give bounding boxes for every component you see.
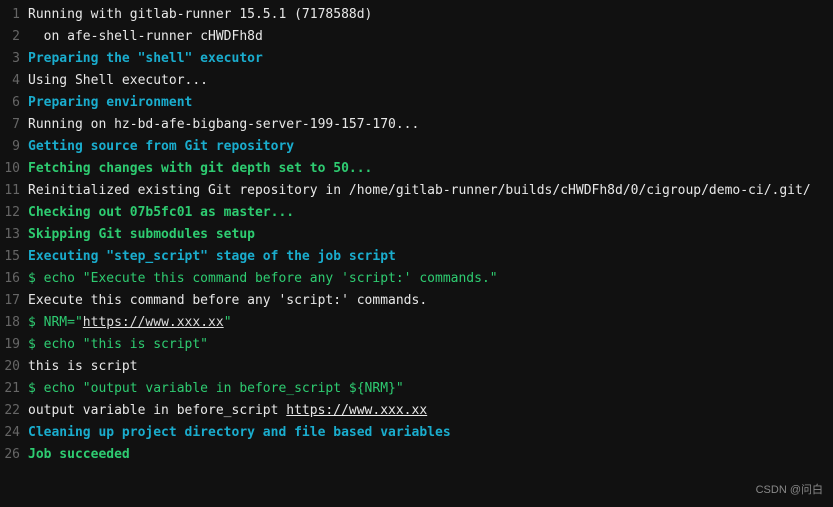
log-text: this is script — [28, 359, 138, 374]
log-line: 7Running on hz-bd-afe-bigbang-server-199… — [0, 114, 833, 136]
log-text: Preparing the "shell" executor — [28, 51, 263, 66]
log-text: Running with gitlab-runner 15.5.1 (71785… — [28, 7, 372, 22]
log-line: 4Using Shell executor... — [0, 70, 833, 92]
line-number[interactable]: 26 — [0, 444, 28, 466]
log-line: 24Cleaning up project directory and file… — [0, 422, 833, 444]
log-line: 22output variable in before_script https… — [0, 400, 833, 422]
line-content: output variable in before_script https:/… — [28, 400, 833, 422]
line-number[interactable]: 1 — [0, 4, 28, 26]
line-content: Skipping Git submodules setup — [28, 224, 833, 246]
line-content: $ NRM="https://www.xxx.xx" — [28, 312, 833, 334]
log-text: Getting source from Git repository — [28, 139, 294, 154]
log-text: $ NRM=" — [28, 315, 83, 330]
log-line: 13Skipping Git submodules setup — [0, 224, 833, 246]
line-content: on afe-shell-runner cHWDFh8d — [28, 26, 833, 48]
line-number[interactable]: 9 — [0, 136, 28, 158]
log-text: output variable in before_script — [28, 403, 286, 418]
line-content: Getting source from Git repository — [28, 136, 833, 158]
log-line: 12Checking out 07b5fc01 as master... — [0, 202, 833, 224]
line-number[interactable]: 22 — [0, 400, 28, 422]
line-number[interactable]: 12 — [0, 202, 28, 224]
line-number[interactable]: 21 — [0, 378, 28, 400]
log-line: 21$ echo "output variable in before_scri… — [0, 378, 833, 400]
line-content: Reinitialized existing Git repository in… — [28, 180, 833, 202]
log-text: Fetching changes with git depth set to 5… — [28, 161, 372, 176]
line-content: Execute this command before any 'script:… — [28, 290, 833, 312]
log-line: 18$ NRM="https://www.xxx.xx" — [0, 312, 833, 334]
line-number[interactable]: 20 — [0, 356, 28, 378]
log-line: 11Reinitialized existing Git repository … — [0, 180, 833, 202]
line-number[interactable]: 2 — [0, 26, 28, 48]
log-line: 1Running with gitlab-runner 15.5.1 (7178… — [0, 4, 833, 26]
line-content: Fetching changes with git depth set to 5… — [28, 158, 833, 180]
log-line: 20this is script — [0, 356, 833, 378]
line-number[interactable]: 15 — [0, 246, 28, 268]
log-text: Checking out 07b5fc01 as master... — [28, 205, 294, 220]
line-content: this is script — [28, 356, 833, 378]
log-text: $ echo "output variable in before_script… — [28, 381, 404, 396]
log-text: Execute this command before any 'script:… — [28, 293, 427, 308]
line-number[interactable]: 19 — [0, 334, 28, 356]
log-text: $ echo "Execute this command before any … — [28, 271, 498, 286]
watermark: CSDN @问白 — [756, 479, 823, 501]
line-content: Preparing environment — [28, 92, 833, 114]
log-text: " — [224, 315, 232, 330]
log-line: 3Preparing the "shell" executor — [0, 48, 833, 70]
log-link[interactable]: https://www.xxx.xx — [83, 315, 224, 330]
log-text: Job succeeded — [28, 447, 130, 462]
line-content: $ echo "output variable in before_script… — [28, 378, 833, 400]
log-line: 10Fetching changes with git depth set to… — [0, 158, 833, 180]
line-content: Using Shell executor... — [28, 70, 833, 92]
log-line: 6Preparing environment — [0, 92, 833, 114]
log-text: Executing "step_script" stage of the job… — [28, 249, 396, 264]
log-line: 17Execute this command before any 'scrip… — [0, 290, 833, 312]
log-text: Skipping Git submodules setup — [28, 227, 255, 242]
line-content: $ echo "this is script" — [28, 334, 833, 356]
line-number[interactable]: 6 — [0, 92, 28, 114]
line-content: Running on hz-bd-afe-bigbang-server-199-… — [28, 114, 833, 136]
line-content: Preparing the "shell" executor — [28, 48, 833, 70]
line-content: Running with gitlab-runner 15.5.1 (71785… — [28, 4, 833, 26]
log-text: Using Shell executor... — [28, 73, 208, 88]
line-number[interactable]: 17 — [0, 290, 28, 312]
log-text: Preparing environment — [28, 95, 192, 110]
log-text: Cleaning up project directory and file b… — [28, 425, 451, 440]
log-text: Running on hz-bd-afe-bigbang-server-199-… — [28, 117, 419, 132]
line-number[interactable]: 11 — [0, 180, 28, 202]
line-number[interactable]: 16 — [0, 268, 28, 290]
log-line: 15Executing "step_script" stage of the j… — [0, 246, 833, 268]
line-content: Cleaning up project directory and file b… — [28, 422, 833, 444]
line-number[interactable]: 24 — [0, 422, 28, 444]
job-log[interactable]: 1Running with gitlab-runner 15.5.1 (7178… — [0, 0, 833, 470]
log-line: 9Getting source from Git repository — [0, 136, 833, 158]
line-number[interactable]: 7 — [0, 114, 28, 136]
line-content: Job succeeded — [28, 444, 833, 466]
line-content: Executing "step_script" stage of the job… — [28, 246, 833, 268]
line-number[interactable]: 4 — [0, 70, 28, 92]
log-text: $ echo "this is script" — [28, 337, 208, 352]
line-number[interactable]: 18 — [0, 312, 28, 334]
log-line: 26Job succeeded — [0, 444, 833, 466]
line-number[interactable]: 3 — [0, 48, 28, 70]
line-number[interactable]: 10 — [0, 158, 28, 180]
line-content: Checking out 07b5fc01 as master... — [28, 202, 833, 224]
line-content: $ echo "Execute this command before any … — [28, 268, 833, 290]
log-line: 19$ echo "this is script" — [0, 334, 833, 356]
log-text: Reinitialized existing Git repository in… — [28, 183, 811, 198]
log-text: on afe-shell-runner cHWDFh8d — [28, 29, 263, 44]
log-line: 2 on afe-shell-runner cHWDFh8d — [0, 26, 833, 48]
line-number[interactable]: 13 — [0, 224, 28, 246]
log-link[interactable]: https://www.xxx.xx — [286, 403, 427, 418]
log-line: 16$ echo "Execute this command before an… — [0, 268, 833, 290]
